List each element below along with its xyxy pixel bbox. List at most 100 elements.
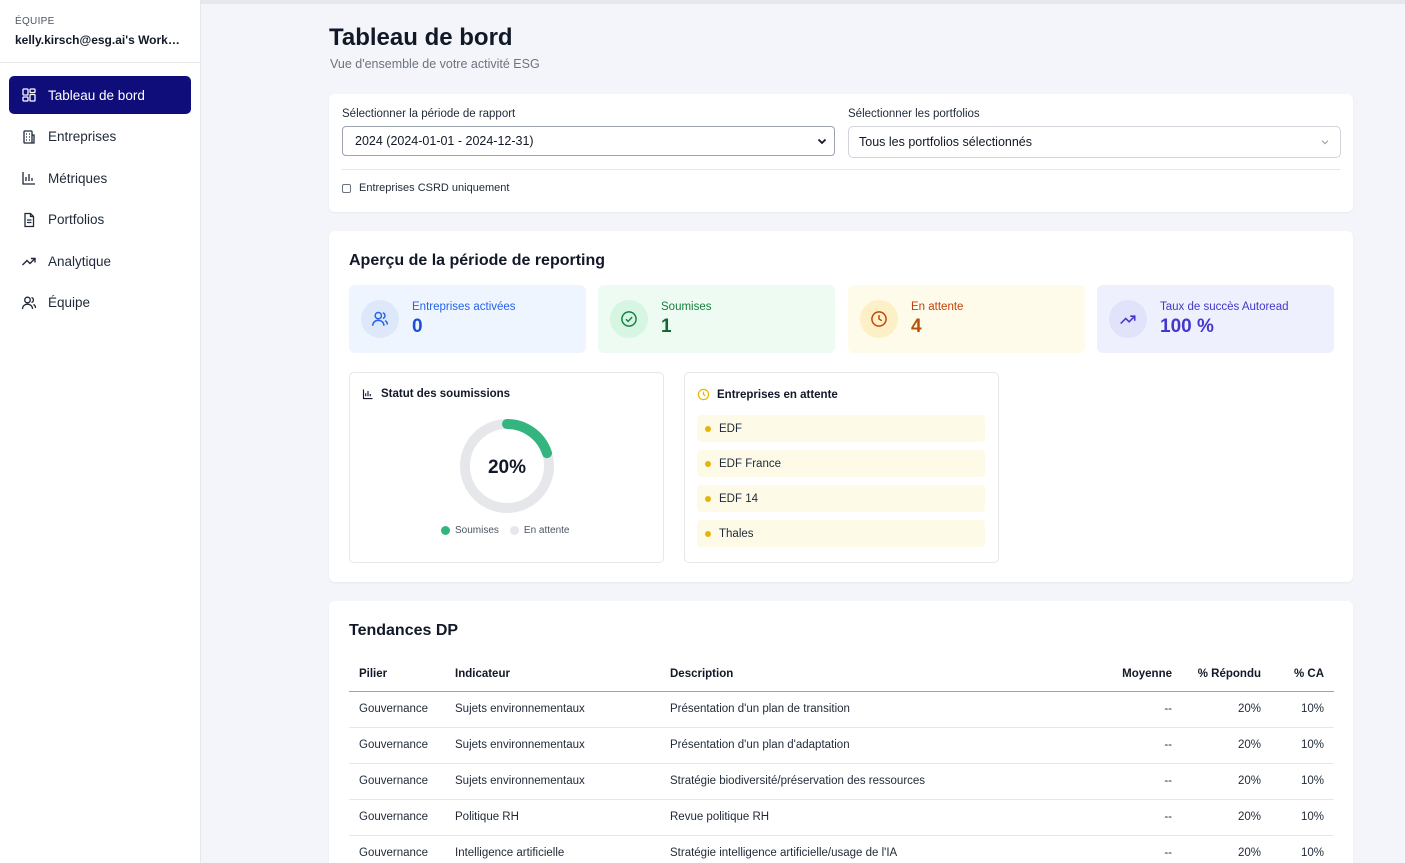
stat-value: 4: [911, 315, 922, 337]
cell-ca: 10%: [1271, 691, 1334, 728]
dp-trends-card: Tendances DP Pilier Indicateur Descripti…: [329, 601, 1353, 863]
sidebar-item-tableau-de-bord[interactable]: Tableau de bord: [9, 76, 191, 114]
pending-company-item[interactable]: EDF: [697, 415, 985, 442]
period-select[interactable]: 2024 (2024-01-01 - 2024-12-31): [342, 126, 835, 156]
pending-company-name: EDF: [719, 422, 742, 435]
table-row[interactable]: Gouvernance Sujets environnementaux Prés…: [349, 691, 1334, 728]
chevron-down-icon: [1321, 140, 1329, 145]
cell-moyenne: --: [1092, 763, 1182, 800]
filters-divider: [342, 169, 1340, 170]
table-row[interactable]: Gouvernance Intelligence artificielle St…: [349, 835, 1334, 863]
users-icon: [361, 300, 399, 338]
users-icon: [21, 296, 37, 309]
cell-moyenne: --: [1092, 691, 1182, 728]
portfolio-select-value: Tous les portfolios sélectionnés: [859, 135, 1033, 149]
cell-indicateur: Sujets environnementaux: [445, 763, 660, 800]
cell-repondu: 20%: [1182, 727, 1271, 764]
portfolio-select[interactable]: Tous les portfolios sélectionnés: [848, 126, 1341, 158]
submission-status-card: Statut des soumissions 20% Soumises En a…: [349, 372, 664, 563]
stat-value: 100 %: [1160, 315, 1214, 337]
pending-company-name: EDF France: [719, 457, 781, 470]
table-header-row: Pilier Indicateur Description Moyenne % …: [349, 658, 1334, 692]
stat-label: En attente: [911, 300, 964, 313]
sidebar-item-label: Métriques: [48, 170, 108, 186]
cell-indicateur: Sujets environnementaux: [445, 691, 660, 728]
column-header-moyenne[interactable]: Moyenne: [1092, 658, 1182, 692]
stat-taux-succes-autoread: Taux de succès Autoread 100 %: [1097, 285, 1334, 353]
table-row[interactable]: Gouvernance Politique RH Revue politique…: [349, 799, 1334, 836]
stat-label: Soumises: [661, 300, 712, 313]
bar-chart-icon: [22, 172, 35, 185]
sidebar-item-equipe[interactable]: Équipe: [9, 284, 191, 322]
pending-companies-title: Entreprises en attente: [697, 388, 838, 401]
sidebar-item-label: Tableau de bord: [48, 87, 145, 103]
legend-label: En attente: [523, 525, 570, 536]
trends-table: Pilier Indicateur Description Moyenne % …: [349, 658, 1334, 863]
sidebar-item-entreprises[interactable]: Entreprises: [9, 118, 191, 156]
legend-dot: [509, 526, 519, 535]
table-row[interactable]: Gouvernance Sujets environnementaux Prés…: [349, 727, 1334, 764]
cell-pilier: Gouvernance: [349, 727, 445, 764]
donut-legend: Soumises En attente: [441, 525, 581, 536]
pending-company-item[interactable]: EDF 14: [697, 485, 985, 512]
page-title: Tableau de bord: [329, 24, 513, 51]
column-header-ca[interactable]: % CA: [1271, 658, 1334, 692]
clock-icon: [697, 388, 710, 401]
bar-chart-icon: [362, 389, 373, 400]
pending-dot: [705, 495, 711, 502]
cell-moyenne: --: [1092, 835, 1182, 863]
building-icon: [23, 129, 35, 144]
legend-label: Soumises: [455, 525, 499, 536]
cell-description: Stratégie intelligence artificielle/usag…: [660, 835, 1092, 863]
team-switcher[interactable]: ÉQUIPE kelly.kirsch@esg.ai's Workspace: [0, 0, 200, 63]
table-row[interactable]: Gouvernance Sujets environnementaux Stra…: [349, 763, 1334, 800]
sidebar-item-label: Équipe: [48, 295, 91, 310]
cell-ca: 10%: [1271, 763, 1334, 800]
pending-company-item[interactable]: EDF France: [697, 450, 985, 477]
stat-label: Taux de succès Autoread: [1160, 300, 1289, 313]
pending-company-item[interactable]: Thales: [697, 520, 985, 547]
legend-item-soumises: Soumises: [441, 525, 499, 536]
csrd-checkbox[interactable]: [342, 183, 351, 193]
sidebar-item-metriques[interactable]: Métriques: [9, 159, 191, 197]
reporting-overview-card: Aperçu de la période de reporting Entrep…: [329, 231, 1353, 582]
column-header-indicateur[interactable]: Indicateur: [445, 658, 660, 692]
pending-companies-card: Entreprises en attente EDF EDF France ED…: [684, 372, 999, 563]
stat-entreprises-activees: Entreprises activées 0: [349, 285, 586, 353]
cell-description: Revue politique RH: [660, 799, 1092, 836]
cell-repondu: 20%: [1182, 835, 1271, 863]
cell-moyenne: --: [1092, 727, 1182, 764]
stat-value: 1: [661, 315, 672, 337]
cell-pilier: Gouvernance: [349, 763, 445, 800]
column-header-pilier[interactable]: Pilier: [349, 658, 445, 692]
sidebar-item-label: Portfolios: [48, 212, 105, 227]
cell-indicateur: Intelligence artificielle: [445, 835, 660, 863]
pending-dot: [705, 425, 711, 432]
top-border: [201, 0, 1405, 4]
submission-status-title: Statut des soumissions: [362, 388, 510, 400]
pending-dot: [705, 530, 711, 537]
column-header-repondu[interactable]: % Répondu: [1182, 658, 1271, 692]
cell-pilier: Gouvernance: [349, 799, 445, 836]
sidebar-item-portfolios[interactable]: Portfolios: [9, 201, 191, 239]
column-header-description[interactable]: Description: [660, 658, 1092, 692]
csrd-label: Entreprises CSRD uniquement: [359, 182, 510, 194]
cell-indicateur: Politique RH: [445, 799, 660, 836]
cell-pilier: Gouvernance: [349, 835, 445, 863]
legend-dot: [441, 526, 450, 535]
donut-percent: 20%: [488, 457, 526, 478]
cell-repondu: 20%: [1182, 763, 1271, 800]
stat-value: 0: [412, 315, 423, 337]
cell-ca: 10%: [1271, 799, 1334, 836]
overview-title: Aperçu de la période de reporting: [349, 252, 606, 269]
csrd-filter[interactable]: Entreprises CSRD uniquement: [342, 182, 509, 194]
trends-title: Tendances DP: [349, 622, 459, 639]
cell-ca: 10%: [1271, 727, 1334, 764]
dashboard-icon: [22, 88, 36, 102]
cell-moyenne: --: [1092, 799, 1182, 836]
team-name[interactable]: kelly.kirsch@esg.ai's Workspace: [15, 33, 185, 47]
submission-status-label: Statut des soumissions: [381, 388, 511, 400]
pending-company-name: EDF 14: [719, 492, 758, 505]
trending-up-icon: [22, 257, 36, 266]
sidebar-item-analytique[interactable]: Analytique: [9, 242, 191, 280]
